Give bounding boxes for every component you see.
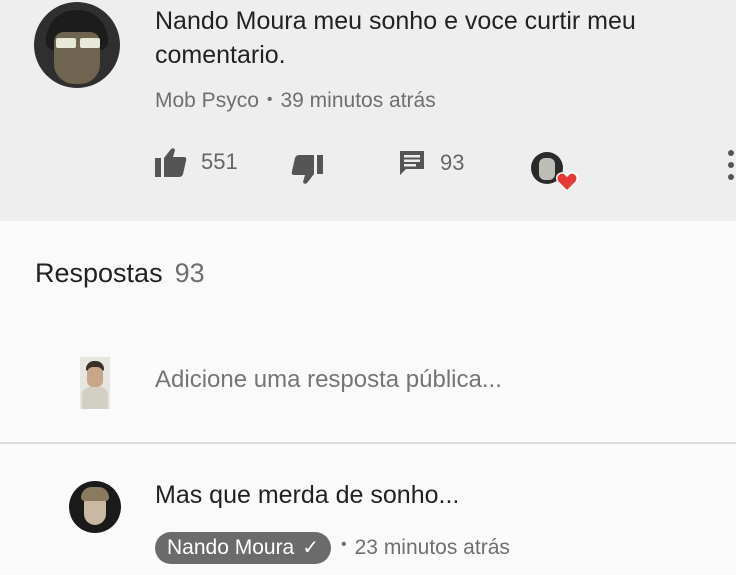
meta-separator: • [341,536,347,553]
reply-count: 93 [440,150,465,175]
commenter-avatar[interactable] [34,2,120,88]
comment-icon [400,151,424,175]
user-avatar [80,357,110,409]
comment-actions: 551 93 [0,145,736,195]
meta-separator: • [266,91,273,108]
replies-header-count: 93 [174,258,205,288]
replies-title: Respostas [35,258,163,288]
thumbs-down-icon [291,155,323,184]
reply-input[interactable] [155,366,715,394]
like-count: 551 [201,149,238,174]
reply-author: Nando Moura [167,535,295,559]
comment-text: Nando Moura meu sonho e voce curtir meu … [155,7,636,69]
creator-heart-icon [556,172,578,192]
dislike-button[interactable] [291,155,323,185]
original-comment: Nando Moura meu sonho e voce curtir meu … [0,0,736,221]
reply-time: 23 minutos atrás [354,536,510,559]
comment-meta: Mob Psyco • 39 minutos atrás [155,89,436,113]
reply-text: Mas que merda de sonho... [155,481,460,509]
comment-author[interactable]: Mob Psyco [155,89,259,112]
replies-header: Respostas 93 [35,258,205,289]
reply-author-badge[interactable]: Nando Moura ✓ [155,532,332,564]
reply-meta: Nando Moura ✓ • 23 minutos atrás [155,532,510,564]
reply-count-button[interactable]: 93 [398,149,464,177]
comment-time: 39 minutos atrás [280,89,436,112]
thumbs-up-icon [155,148,187,177]
divider [0,442,736,444]
verified-check-icon: ✓ [302,537,320,559]
reply-author-avatar[interactable] [69,481,121,533]
more-vertical-icon[interactable] [728,150,736,190]
like-button[interactable]: 551 [155,147,238,177]
